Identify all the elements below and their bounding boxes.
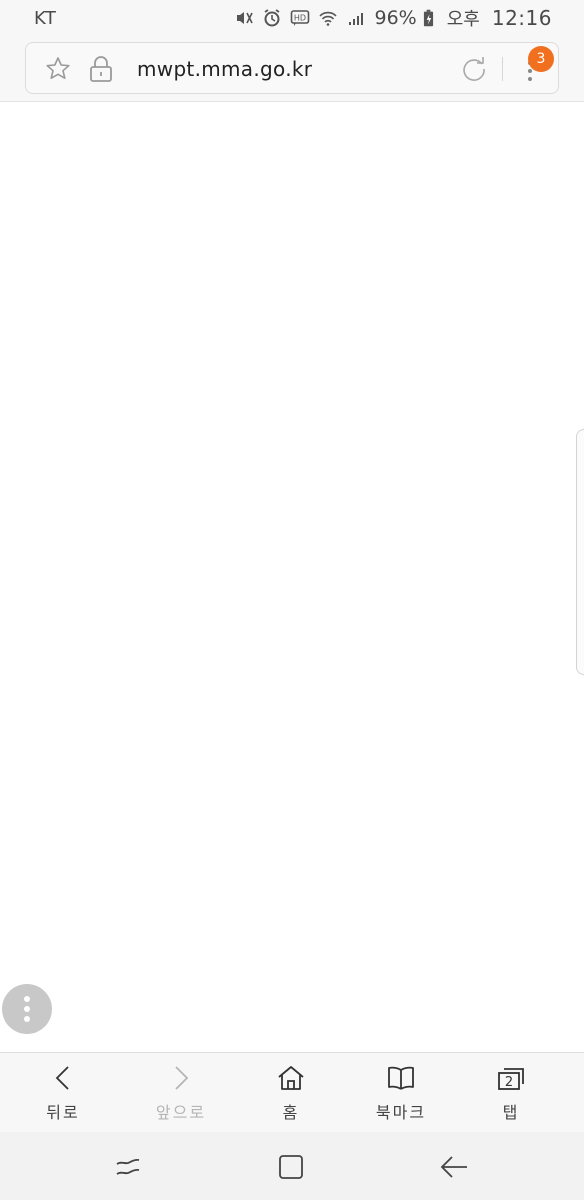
mute-vibrate-icon xyxy=(233,7,255,29)
ampm-label: 오후 xyxy=(446,9,480,30)
browser-top-bar: mwpt.mma.go.kr 3 xyxy=(0,36,584,102)
back-chevron-icon xyxy=(55,1066,69,1090)
url-bar[interactable]: mwpt.mma.go.kr 3 xyxy=(25,42,559,94)
edge-panel-handle[interactable] xyxy=(576,429,584,675)
forward-button[interactable]: 앞으로 xyxy=(126,1053,236,1133)
home-button[interactable]: 홈 xyxy=(236,1053,346,1133)
alarm-icon xyxy=(261,7,283,29)
back-label: 뒤로 xyxy=(46,1103,80,1122)
wifi-icon xyxy=(317,7,339,29)
forward-chevron-icon xyxy=(175,1066,189,1090)
tabs-icon: 2 xyxy=(498,1068,524,1090)
back-button[interactable]: 뒤로 xyxy=(0,1053,126,1133)
recent-apps-icon[interactable] xyxy=(113,1152,143,1182)
carrier-name: KT xyxy=(34,7,57,29)
phone-screen: KT HD 96% 오후 12:16 mwpt.mma.go.kr 3 뒤로 앞… xyxy=(0,0,584,1200)
url-text[interactable]: mwpt.mma.go.kr xyxy=(137,57,312,81)
bookmarks-button[interactable]: 북마크 xyxy=(346,1053,456,1133)
status-bar: KT HD 96% 오후 12:16 xyxy=(0,0,584,36)
page-content xyxy=(0,103,584,1052)
floating-menu-button[interactable] xyxy=(2,984,52,1034)
forward-label: 앞으로 xyxy=(155,1103,207,1122)
browser-bottom-toolbar: 뒤로 앞으로 홈 북마크 2 탭 xyxy=(0,1052,584,1132)
svg-text:HD: HD xyxy=(293,14,305,23)
reload-icon[interactable] xyxy=(460,55,488,83)
tabs-button[interactable]: 2 탭 xyxy=(456,1053,566,1133)
clock: 12:16 xyxy=(491,6,552,30)
lock-icon xyxy=(90,56,112,82)
bookmarks-label: 북마크 xyxy=(375,1103,427,1122)
hd-voice-icon: HD xyxy=(289,7,311,29)
url-separator xyxy=(502,57,503,81)
bookmark-star-icon[interactable] xyxy=(44,55,72,83)
battery-charging-icon xyxy=(423,7,435,29)
signal-icon xyxy=(345,7,367,29)
menu-notification-badge: 3 xyxy=(528,46,554,72)
back-nav-icon[interactable] xyxy=(439,1152,469,1182)
status-icons: HD 96% 오후 12:16 xyxy=(233,5,553,31)
android-nav-bar xyxy=(0,1132,584,1200)
tabs-label: 탭 xyxy=(502,1103,520,1122)
home-label: 홈 xyxy=(282,1103,300,1122)
home-nav-icon[interactable] xyxy=(276,1152,306,1182)
battery-percent: 96% xyxy=(374,7,417,29)
bookmarks-book-icon xyxy=(388,1066,414,1090)
home-icon xyxy=(278,1066,304,1090)
tab-count: 2 xyxy=(505,1075,513,1090)
